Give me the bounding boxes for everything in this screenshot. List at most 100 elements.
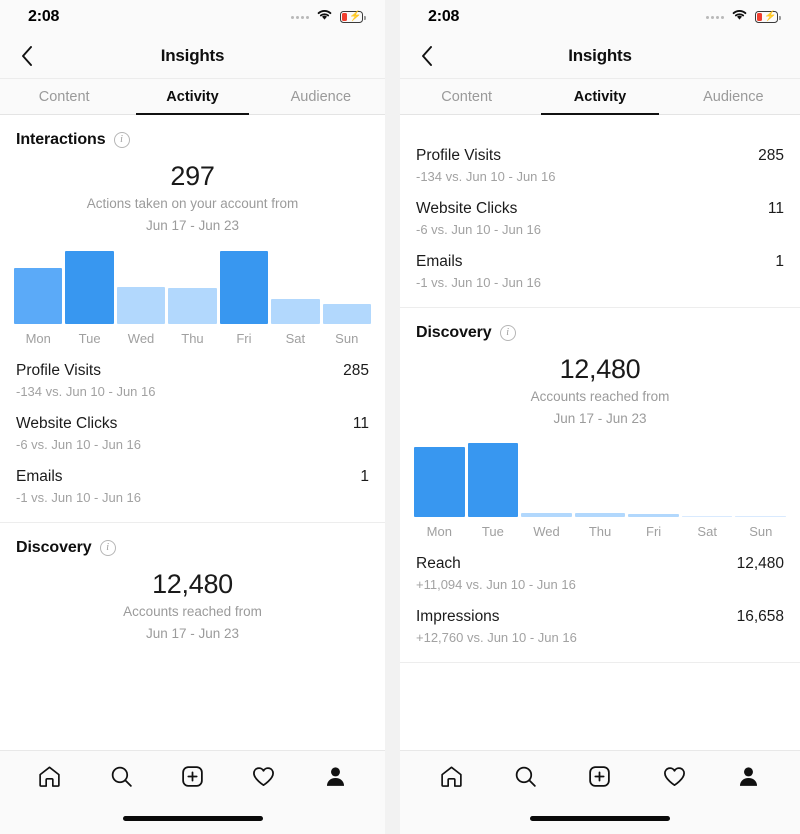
discovery-title: Discovery xyxy=(416,324,492,341)
navigation-bar: Insights xyxy=(0,34,385,78)
profile-icon xyxy=(326,767,344,786)
nav-activity-button[interactable] xyxy=(242,757,286,797)
home-icon xyxy=(440,766,462,787)
tab-audience[interactable]: Audience xyxy=(257,79,385,114)
stat-delta: -6 vs. Jun 10 - Jun 16 xyxy=(16,437,142,453)
stat-delta: +11,094 vs. Jun 10 - Jun 16 xyxy=(416,577,576,593)
profile-icon xyxy=(740,767,758,786)
nav-add-post-button[interactable] xyxy=(170,757,214,797)
back-button[interactable] xyxy=(412,41,442,71)
insights-content-left[interactable]: Interactions i 297 Actions taken on your… xyxy=(0,115,385,750)
bar-column xyxy=(574,442,626,518)
stat-value: 11 xyxy=(352,415,369,433)
tab-content[interactable]: Content xyxy=(0,79,128,114)
tab-activity[interactable]: Activity xyxy=(533,79,666,115)
home-indicator-area xyxy=(400,802,800,834)
day-label: Mon xyxy=(25,331,51,347)
bar-column xyxy=(65,249,114,325)
info-icon[interactable]: i xyxy=(499,325,516,341)
discovery-bar-chart: Mon Tue Wed Thu Fri Sat Sun xyxy=(400,442,800,539)
day-label: Tue xyxy=(78,331,101,347)
insights-content-right[interactable]: Profile Visits 285 -134 vs. Jun 10 - Jun… xyxy=(400,115,800,750)
signal-dots-icon xyxy=(706,15,724,19)
stat-delta: -134 vs. Jun 10 - Jun 16 xyxy=(16,384,156,400)
discovery-bars xyxy=(414,442,787,518)
stat-delta: -1 vs. Jun 10 - Jun 16 xyxy=(416,275,542,290)
discovery-total: 12,480 xyxy=(152,569,233,600)
nav-home-button[interactable] xyxy=(429,757,473,797)
day-label: Sun xyxy=(335,331,359,347)
stat-label: Impressions xyxy=(416,608,500,626)
tab-activity[interactable]: Activity xyxy=(128,79,256,115)
bar-column xyxy=(14,249,63,325)
tab-content[interactable]: Content xyxy=(400,79,533,114)
stat-row-website-clicks[interactable]: Website Clicks 11 -6 vs. Jun 10 - Jun 16 xyxy=(16,399,369,452)
status-time: 2:08 xyxy=(28,8,60,25)
stat-value: 11 xyxy=(767,200,784,217)
stat-value: 285 xyxy=(343,362,369,380)
wifi-icon xyxy=(731,8,748,26)
stat-label: Website Clicks xyxy=(416,200,518,217)
home-indicator[interactable] xyxy=(122,815,263,821)
stat-row-profile-visits[interactable]: Profile Visits 285 -134 vs. Jun 10 - Jun… xyxy=(416,131,784,184)
stat-row-emails[interactable]: Emails 1 -1 vs. Jun 10 - Jun 16 xyxy=(416,237,784,290)
add-post-icon xyxy=(182,766,203,787)
nav-add-post-button[interactable] xyxy=(578,757,622,797)
insights-tab-bar: Content Activity Audience xyxy=(400,78,800,115)
stat-row-emails[interactable]: Emails 1 -1 vs. Jun 10 - Jun 16 xyxy=(16,452,369,505)
bottom-navigation-bar xyxy=(0,750,385,802)
tab-audience[interactable]: Audience xyxy=(667,79,800,114)
stat-label: Reach xyxy=(416,555,461,573)
day-label: Sun xyxy=(749,524,773,540)
stat-row-impressions[interactable]: Impressions 16,658 +12,760 vs. Jun 10 - … xyxy=(416,592,784,645)
info-icon[interactable]: i xyxy=(113,132,130,148)
stat-label: Website Clicks xyxy=(16,415,118,433)
discovery-title: Discovery xyxy=(16,539,92,557)
status-icons: ⚡ xyxy=(291,8,366,26)
stat-row-reach[interactable]: Reach 12,480 +11,094 vs. Jun 10 - Jun 16 xyxy=(416,539,784,592)
bar-mon xyxy=(14,268,63,325)
stat-delta: +12,760 vs. Jun 10 - Jun 16 xyxy=(416,630,577,646)
stat-row-profile-visits[interactable]: Profile Visits 285 -134 vs. Jun 10 - Jun… xyxy=(16,346,369,399)
bar-column xyxy=(467,442,519,518)
stat-label: Emails xyxy=(16,468,63,486)
bar-sat xyxy=(681,515,733,518)
discovery-subtitle-line1: Accounts reached from xyxy=(530,389,670,405)
nav-home-button[interactable] xyxy=(28,757,72,797)
day-label: Mon xyxy=(426,524,452,540)
nav-profile-button[interactable] xyxy=(313,757,357,797)
interactions-total: 297 xyxy=(170,161,215,191)
bar-tue xyxy=(467,443,519,518)
nav-activity-button[interactable] xyxy=(652,757,696,797)
nav-profile-button[interactable] xyxy=(727,757,771,797)
discovery-stats-list: Reach 12,480 +11,094 vs. Jun 10 - Jun 16… xyxy=(400,539,800,645)
bar-column xyxy=(116,249,166,325)
nav-search-button[interactable] xyxy=(99,757,143,797)
discovery-date-range: Jun 17 - Jun 23 xyxy=(145,625,240,641)
heart-icon xyxy=(253,767,275,787)
wifi-icon xyxy=(316,8,333,26)
status-bar: 2:08 ⚡ xyxy=(0,0,385,34)
bar-fri xyxy=(219,251,269,325)
status-bar: 2:08 ⚡ xyxy=(400,0,800,34)
phone-screen-left: 2:08 ⚡ Insights Content Activity Audienc… xyxy=(0,0,385,834)
day-label: Sat xyxy=(697,524,717,540)
interactions-day-labels: Mon Tue Wed Thu Fri Sat Sun xyxy=(14,331,371,346)
bar-column xyxy=(322,249,371,325)
info-icon[interactable]: i xyxy=(99,540,116,557)
interactions-subtitle-line1: Actions taken on your account from xyxy=(86,196,299,212)
discovery-header: Discovery i xyxy=(0,523,385,559)
bar-thu xyxy=(168,288,217,325)
nav-search-button[interactable] xyxy=(504,757,548,797)
bar-column xyxy=(168,249,217,325)
stat-label: Emails xyxy=(416,253,463,270)
home-indicator[interactable] xyxy=(530,815,670,821)
stat-row-website-clicks[interactable]: Website Clicks 11 -6 vs. Jun 10 - Jun 16 xyxy=(416,184,784,237)
section-divider xyxy=(400,662,800,664)
discovery-total: 12,480 xyxy=(559,354,641,384)
stat-delta: -1 vs. Jun 10 - Jun 16 xyxy=(16,490,142,506)
interactions-stats-list: Profile Visits 285 -134 vs. Jun 10 - Jun… xyxy=(0,346,385,505)
back-button[interactable] xyxy=(12,41,42,71)
chevron-left-icon xyxy=(22,46,32,66)
heart-icon xyxy=(663,767,685,787)
